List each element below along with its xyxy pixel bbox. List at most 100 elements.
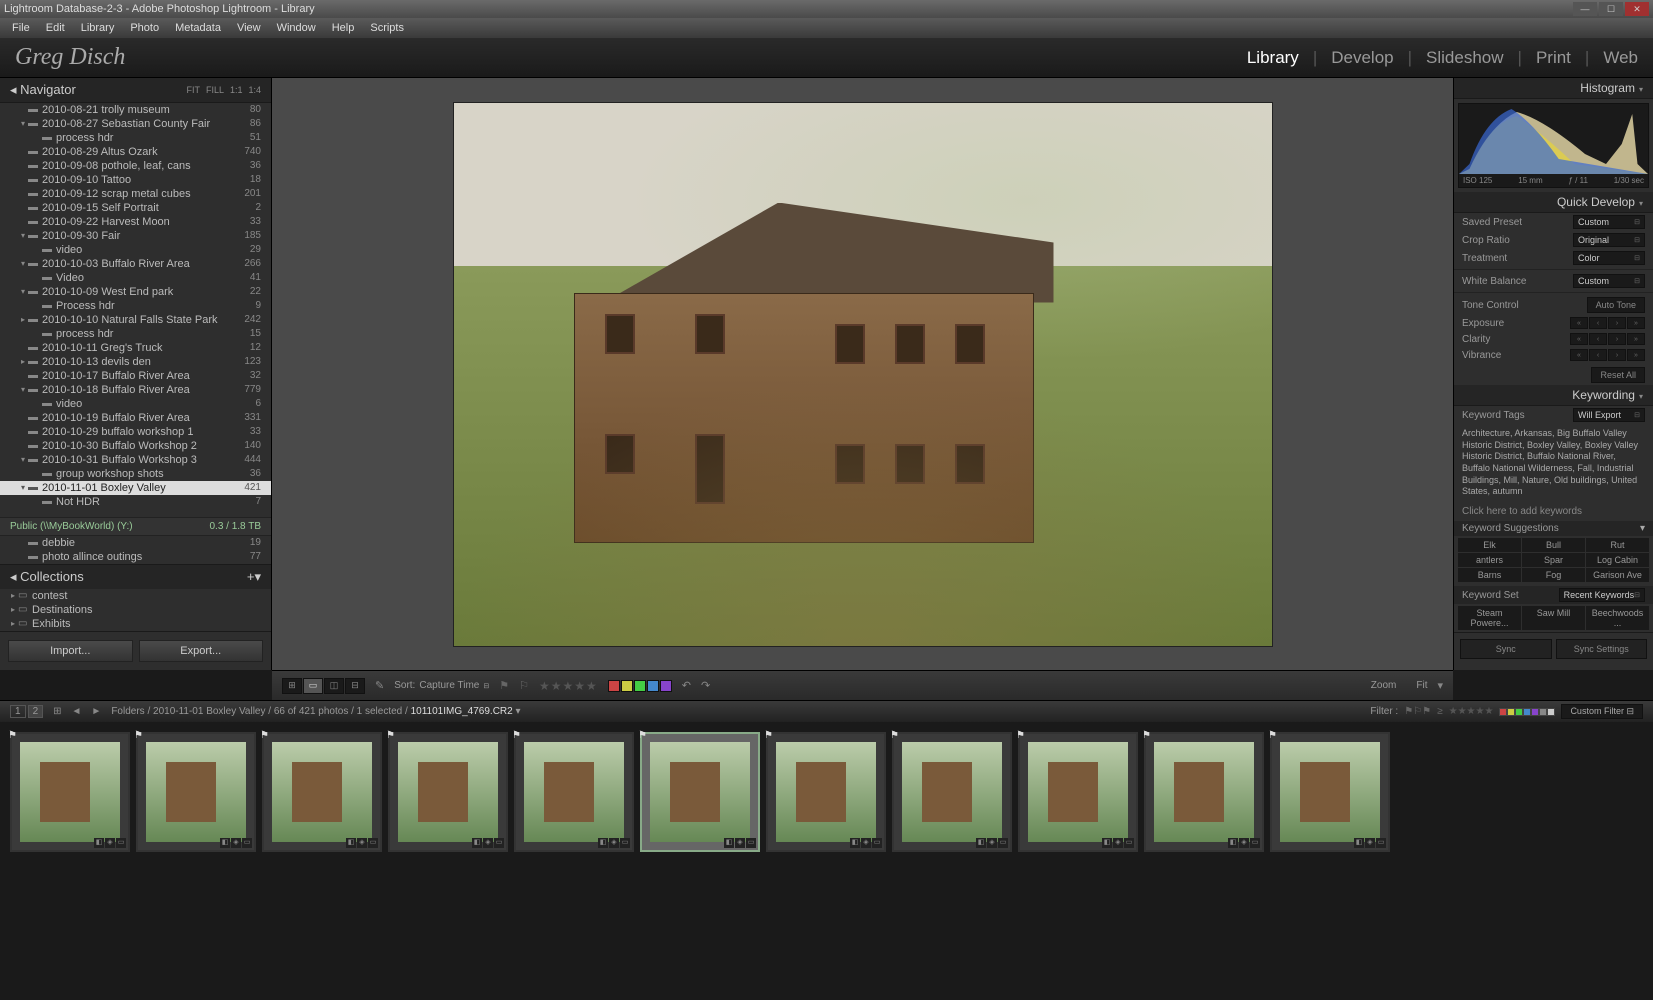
- nav-zoom-fit[interactable]: FIT: [186, 85, 200, 95]
- compare-view-button[interactable]: ◫: [324, 678, 344, 694]
- menu-file[interactable]: File: [4, 22, 38, 34]
- loupe-view-button[interactable]: ▭: [303, 678, 323, 694]
- folder-item[interactable]: ▬2010-09-22 Harvest Moon33: [0, 215, 271, 229]
- keyword-suggestion[interactable]: Barns: [1458, 568, 1521, 582]
- folder-item[interactable]: ▬2010-09-10 Tattoo18: [0, 173, 271, 187]
- filmstrip-thumb[interactable]: ⚑◧◈▭: [1018, 732, 1138, 852]
- filter-color[interactable]: [1523, 708, 1531, 716]
- folder-item[interactable]: ▬2010-09-12 scrap metal cubes201: [0, 187, 271, 201]
- filmstrip-thumb[interactable]: ⚑◧◈▭: [640, 732, 760, 852]
- menu-scripts[interactable]: Scripts: [362, 22, 412, 34]
- prev-photo-icon[interactable]: ◄: [72, 706, 82, 717]
- close-button[interactable]: ✕: [1625, 2, 1649, 16]
- filter-color[interactable]: [1515, 708, 1523, 716]
- folder-item[interactable]: ▬Process hdr9: [0, 299, 271, 313]
- folder-item[interactable]: ▸▬2010-10-13 devils den123: [0, 355, 271, 369]
- add-keywords[interactable]: Click here to add keywords: [1454, 502, 1653, 521]
- folder-item[interactable]: ▬video6: [0, 397, 271, 411]
- folder-item[interactable]: ▬process hdr51: [0, 131, 271, 145]
- nav-zoom-1:1[interactable]: 1:1: [230, 85, 243, 95]
- filter-flags[interactable]: ⚑⚐⚑: [1404, 706, 1431, 717]
- menu-view[interactable]: View: [229, 22, 269, 34]
- keywordtags-mode[interactable]: Will Export: [1573, 408, 1645, 422]
- nav-zoom-fill[interactable]: FILL: [206, 85, 224, 95]
- crop-select[interactable]: Original: [1573, 233, 1645, 247]
- menu-help[interactable]: Help: [324, 22, 363, 34]
- filmstrip-thumb[interactable]: ⚑◧◈▭: [136, 732, 256, 852]
- collection-item[interactable]: ▸▭Exhibits: [0, 617, 271, 631]
- filmstrip[interactable]: ⚑◧◈▭⚑◧◈▭⚑◧◈▭⚑◧◈▭⚑◧◈▭⚑◧◈▭⚑◧◈▭⚑◧◈▭⚑◧◈▭⚑◧◈▭…: [0, 722, 1653, 862]
- module-library[interactable]: Library: [1247, 48, 1299, 68]
- folder-item[interactable]: ▬Not HDR7: [0, 495, 271, 509]
- menu-window[interactable]: Window: [269, 22, 324, 34]
- import-button[interactable]: Import...: [8, 640, 133, 662]
- autotone-button[interactable]: Auto Tone: [1587, 297, 1645, 313]
- folder-item[interactable]: ▬process hdr15: [0, 327, 271, 341]
- histogram-header[interactable]: Histogram▾: [1454, 78, 1653, 99]
- keyword-suggestion[interactable]: Garison Ave: [1586, 568, 1649, 582]
- keyword-recent-item[interactable]: Beechwoods ...: [1586, 606, 1649, 630]
- flag-icon[interactable]: ⚑: [499, 679, 509, 692]
- rotate-left-icon[interactable]: ↶: [682, 679, 691, 692]
- keyword-suggestion[interactable]: Elk: [1458, 538, 1521, 552]
- folder-item[interactable]: ▸▬2010-10-10 Natural Falls State Park242: [0, 313, 271, 327]
- filter-color[interactable]: [1507, 708, 1515, 716]
- color-label[interactable]: [647, 680, 659, 692]
- sync-button[interactable]: Sync: [1460, 639, 1552, 659]
- folder-item[interactable]: ▬Video41: [0, 271, 271, 285]
- folder-item[interactable]: ▾▬2010-10-18 Buffalo River Area779: [0, 383, 271, 397]
- collections-header[interactable]: ◂ Collections +▾: [0, 564, 271, 589]
- filmstrip-thumb[interactable]: ⚑◧◈▭: [892, 732, 1012, 852]
- exposure-steppers[interactable]: «‹›»: [1570, 317, 1645, 329]
- loupe-view[interactable]: [272, 78, 1453, 670]
- folder-item[interactable]: ▬2010-08-21 trolly museum80: [0, 103, 271, 117]
- clarity-steppers[interactable]: «‹›»: [1570, 333, 1645, 345]
- treatment-select[interactable]: Color: [1573, 251, 1645, 265]
- folder-item[interactable]: ▾▬2010-10-31 Buffalo Workshop 3444: [0, 453, 271, 467]
- module-slideshow[interactable]: Slideshow: [1426, 48, 1504, 68]
- folder-item[interactable]: ▾▬2010-10-03 Buffalo River Area266: [0, 257, 271, 271]
- keyword-suggestion[interactable]: Rut: [1586, 538, 1649, 552]
- folder-item[interactable]: ▬2010-10-29 buffalo workshop 133: [0, 425, 271, 439]
- quickdevelop-header[interactable]: Quick Develop▾: [1454, 192, 1653, 213]
- color-label[interactable]: [660, 680, 672, 692]
- keywordset-select[interactable]: Recent Keywords: [1559, 588, 1645, 602]
- menu-library[interactable]: Library: [73, 22, 123, 34]
- folder-item[interactable]: ▾▬2010-08-27 Sebastian County Fair86: [0, 117, 271, 131]
- export-button[interactable]: Export...: [139, 640, 264, 662]
- keywords-text[interactable]: Architecture, Arkansas, Big Buffalo Vall…: [1454, 424, 1653, 502]
- filmstrip-thumb[interactable]: ⚑◧◈▭: [262, 732, 382, 852]
- keyword-suggestion[interactable]: Bull: [1522, 538, 1585, 552]
- keyword-suggestion[interactable]: antlers: [1458, 553, 1521, 567]
- folder-item[interactable]: ▾▬2010-11-01 Boxley Valley421: [0, 481, 271, 495]
- folder-item[interactable]: ▬2010-09-15 Self Portrait2: [0, 201, 271, 215]
- menu-metadata[interactable]: Metadata: [167, 22, 229, 34]
- folder-item[interactable]: ▬debbie19: [0, 536, 271, 550]
- menu-edit[interactable]: Edit: [38, 22, 73, 34]
- zoom-fit[interactable]: Fit: [1416, 680, 1427, 691]
- folder-item[interactable]: ▬video29: [0, 243, 271, 257]
- syncsettings-button[interactable]: Sync Settings: [1556, 639, 1648, 659]
- color-label[interactable]: [621, 680, 633, 692]
- folder-item[interactable]: ▬2010-10-11 Greg's Truck12: [0, 341, 271, 355]
- folder-item[interactable]: ▬2010-10-17 Buffalo River Area32: [0, 369, 271, 383]
- keyword-suggestion[interactable]: Log Cabin: [1586, 553, 1649, 567]
- navigator-header[interactable]: ◂ Navigator FITFILL1:11:4: [0, 78, 271, 103]
- filmstrip-thumb[interactable]: ⚑◧◈▭: [388, 732, 508, 852]
- filmstrip-thumb[interactable]: ⚑◧◈▭: [1270, 732, 1390, 852]
- filmstrip-thumb[interactable]: ⚑◧◈▭: [514, 732, 634, 852]
- filter-color[interactable]: [1539, 708, 1547, 716]
- filter-rating-op[interactable]: ≥: [1437, 706, 1443, 717]
- grid-view-button[interactable]: ⊞: [282, 678, 302, 694]
- keyword-suggestion[interactable]: Fog: [1522, 568, 1585, 582]
- gridview-icon[interactable]: ⊞: [53, 706, 61, 717]
- filmstrip-thumb[interactable]: ⚑◧◈▭: [1144, 732, 1264, 852]
- folder-item[interactable]: ▬2010-09-08 pothole, leaf, cans36: [0, 159, 271, 173]
- breadcrumb[interactable]: Folders / 2010-11-01 Boxley Valley / 66 …: [111, 706, 520, 717]
- toolbar-menu-icon[interactable]: ▾: [1437, 679, 1443, 692]
- drive-bar[interactable]: Public (\\MyBookWorld) (Y:) 0.3 / 1.8 TB: [0, 517, 271, 536]
- module-web[interactable]: Web: [1603, 48, 1638, 68]
- wb-select[interactable]: Custom: [1573, 274, 1645, 288]
- module-print[interactable]: Print: [1536, 48, 1571, 68]
- folder-item[interactable]: ▬photo allince outings77: [0, 550, 271, 564]
